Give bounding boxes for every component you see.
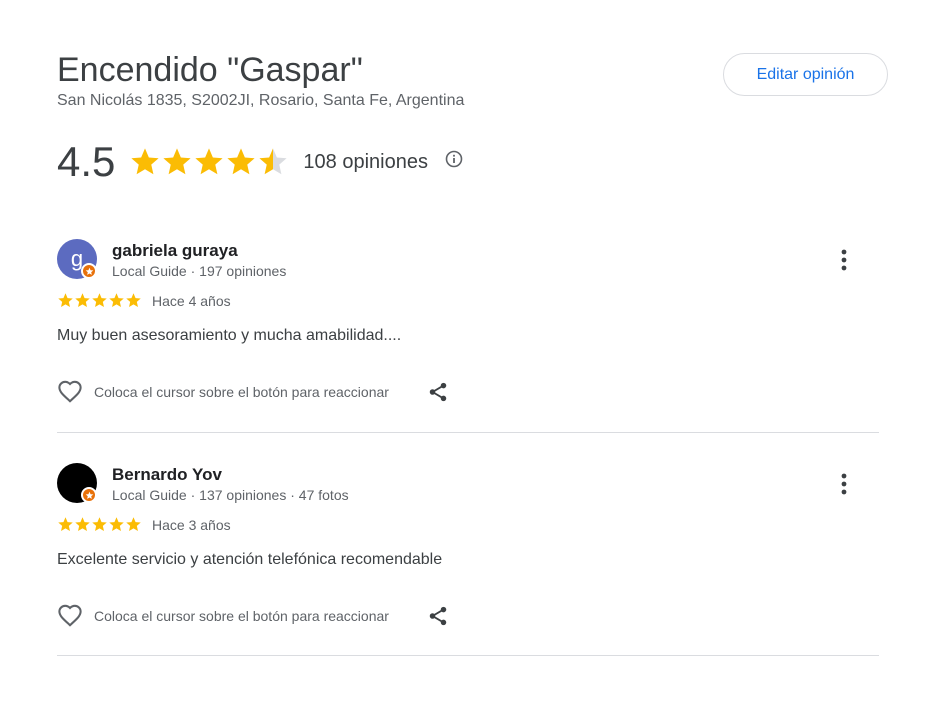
heart-icon[interactable] — [57, 379, 83, 405]
review-rating-row: Hace 4 años — [57, 292, 231, 309]
share-icon[interactable] — [427, 381, 449, 403]
star-full-icon — [227, 148, 255, 175]
local-guide-badge-icon — [81, 487, 97, 503]
review-stars — [57, 292, 142, 309]
star-full-icon — [92, 293, 107, 308]
reviewer-meta: Local Guide · 197 opiniones — [112, 263, 287, 279]
edit-review-button[interactable]: Editar opinión — [723, 53, 888, 96]
more-options-icon[interactable] — [834, 247, 854, 273]
star-full-icon — [58, 293, 73, 308]
star-full-icon — [92, 517, 107, 532]
review-date: Hace 4 años — [152, 292, 231, 309]
place-header: Encendido "Gaspar" San Nicolás 1835, S20… — [57, 50, 464, 110]
star-full-icon — [195, 148, 223, 175]
reaction-row: Coloca el cursor sobre el botón para rea… — [57, 379, 449, 405]
rating-stars — [129, 146, 289, 178]
star-full-icon — [75, 517, 90, 532]
reaction-hint: Coloca el cursor sobre el botón para rea… — [94, 384, 389, 400]
review-text: Excelente servicio y atención telefónica… — [57, 551, 443, 568]
reviewer-name[interactable]: Bernardo Yov — [112, 465, 222, 485]
local-guide-badge-icon — [81, 263, 97, 279]
star-full-icon — [58, 517, 73, 532]
star-full-icon — [109, 293, 124, 308]
more-options-icon[interactable] — [834, 471, 854, 497]
place-address: San Nicolás 1835, S2002JI, Rosario, Sant… — [57, 92, 465, 109]
review-divider — [57, 655, 879, 656]
rating-summary: 4.5 108 opiniones — [57, 138, 464, 186]
star-full-icon — [131, 148, 159, 175]
info-icon[interactable] — [444, 149, 464, 169]
heart-icon[interactable] — [57, 603, 83, 629]
review-stars — [57, 516, 142, 533]
share-icon[interactable] — [427, 605, 449, 627]
star-half-icon — [259, 148, 287, 175]
star-full-icon — [75, 293, 90, 308]
review-rating-row: Hace 3 años — [57, 516, 231, 533]
star-full-icon — [163, 148, 191, 175]
reaction-row: Coloca el cursor sobre el botón para rea… — [57, 603, 449, 629]
review-date: Hace 3 años — [152, 516, 231, 533]
reviewer-meta: Local Guide · 137 opiniones · 47 fotos — [112, 487, 349, 503]
reaction-hint: Coloca el cursor sobre el botón para rea… — [94, 608, 389, 624]
rating-value: 4.5 — [57, 138, 116, 185]
reviewer-name[interactable]: gabriela guraya — [112, 241, 238, 261]
review-text: Muy buen asesoramiento y mucha amabilida… — [57, 327, 402, 344]
star-full-icon — [126, 517, 141, 532]
review-count: 108 opiniones — [303, 150, 428, 173]
star-full-icon — [109, 517, 124, 532]
review-divider — [57, 432, 879, 433]
place-title: Encendido "Gaspar" — [57, 51, 363, 89]
star-full-icon — [126, 293, 141, 308]
